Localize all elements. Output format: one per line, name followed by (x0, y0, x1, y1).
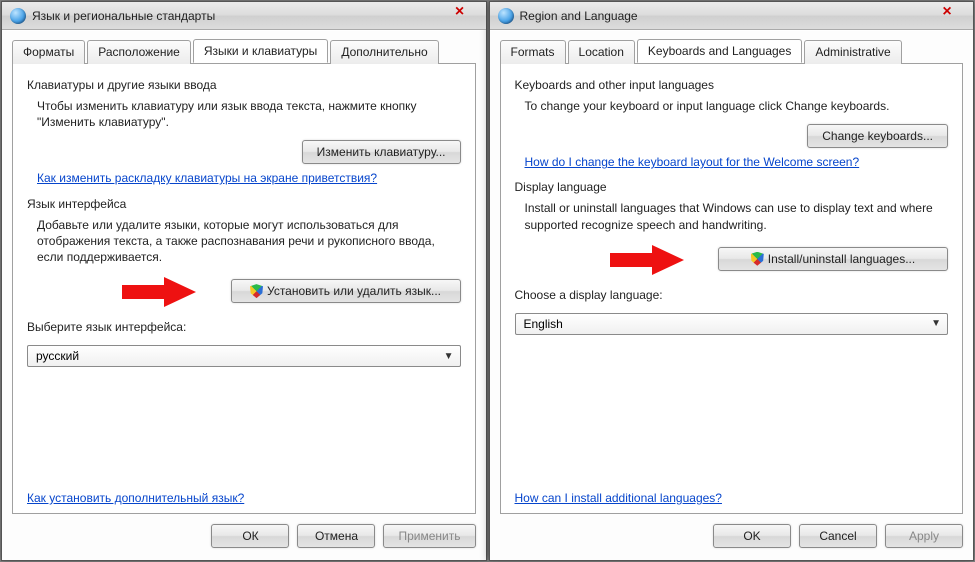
tab-location[interactable]: Location (568, 40, 635, 64)
cancel-button[interactable]: Отмена (297, 524, 375, 548)
dialog-buttons: ОК Отмена Применить (12, 514, 476, 550)
keyboards-section-body: Чтобы изменить клавиатуру или язык ввода… (37, 98, 461, 130)
chevron-down-icon: ▼ (931, 318, 941, 329)
display-language-body: Install or uninstall languages that Wind… (525, 200, 949, 232)
tabpanel: Клавиатуры и другие языки ввода Чтобы из… (12, 64, 476, 514)
tab-formats[interactable]: Formats (500, 40, 566, 64)
uac-shield-icon (751, 252, 764, 266)
window-title: Region and Language (520, 9, 638, 23)
cancel-button[interactable]: Cancel (799, 524, 877, 548)
tab-administrative[interactable]: Administrative (804, 40, 901, 64)
install-additional-link[interactable]: How can I install additional languages? (515, 491, 722, 505)
window-title: Язык и региональные стандарты (32, 9, 215, 23)
client-area: Форматы Расположение Языки и клавиатуры … (2, 30, 486, 560)
globe-icon (10, 8, 26, 24)
install-languages-button[interactable]: Установить или удалить язык... (231, 279, 461, 303)
ok-button[interactable]: OK (713, 524, 791, 548)
display-language-selected: English (524, 317, 563, 331)
keyboards-section-title: Keyboards and other input languages (515, 78, 949, 92)
change-keyboards-button[interactable]: Change keyboards... (807, 124, 948, 148)
close-button[interactable]: × (438, 3, 482, 21)
welcome-keyboard-link[interactable]: Как изменить раскладку клавиатуры на экр… (37, 171, 377, 185)
choose-language-label: Choose a display language: (515, 287, 949, 303)
uac-shield-icon (250, 284, 263, 298)
ok-button[interactable]: ОК (211, 524, 289, 548)
tabstrip: Formats Location Keyboards and Languages… (500, 39, 964, 64)
display-language-title: Display language (515, 180, 949, 194)
keyboards-section-body: To change your keyboard or input languag… (525, 98, 949, 114)
display-language-selected: русский (36, 349, 79, 363)
change-keyboards-button[interactable]: Изменить клавиатуру... (302, 140, 461, 164)
display-language-dropdown[interactable]: English ▼ (515, 313, 949, 335)
close-button[interactable]: × (925, 3, 969, 21)
dialog-region-en: Region and Language × Formats Location K… (489, 1, 975, 561)
choose-language-label: Выберите язык интерфейса: (27, 319, 461, 335)
dialog-region-ru: Язык и региональные стандарты × Форматы … (1, 1, 487, 561)
titlebar[interactable]: Region and Language × (490, 2, 974, 30)
install-additional-link[interactable]: Как установить дополнительный язык? (27, 491, 244, 505)
arrow-icon (610, 245, 684, 275)
titlebar[interactable]: Язык и региональные стандарты × (2, 2, 486, 30)
display-language-body: Добавьте или удалите языки, которые могу… (37, 217, 461, 266)
arrow-icon (122, 277, 196, 307)
display-language-dropdown[interactable]: русский ▼ (27, 345, 461, 367)
tab-formats[interactable]: Форматы (12, 40, 85, 64)
globe-icon (498, 8, 514, 24)
tabpanel: Keyboards and other input languages To c… (500, 64, 964, 514)
tabstrip: Форматы Расположение Языки и клавиатуры … (12, 39, 476, 64)
chevron-down-icon: ▼ (444, 351, 454, 362)
tab-location[interactable]: Расположение (87, 40, 191, 64)
apply-button[interactable]: Apply (885, 524, 963, 548)
tab-administrative[interactable]: Дополнительно (330, 40, 438, 64)
apply-button[interactable]: Применить (383, 524, 475, 548)
install-languages-button[interactable]: Install/uninstall languages... (718, 247, 948, 271)
welcome-keyboard-link[interactable]: How do I change the keyboard layout for … (525, 155, 860, 169)
client-area: Formats Location Keyboards and Languages… (490, 30, 974, 560)
display-language-title: Язык интерфейса (27, 197, 461, 211)
tab-keyboards[interactable]: Keyboards and Languages (637, 39, 802, 63)
keyboards-section-title: Клавиатуры и другие языки ввода (27, 78, 461, 92)
tab-keyboards[interactable]: Языки и клавиатуры (193, 39, 328, 63)
dialog-buttons: OK Cancel Apply (500, 514, 964, 550)
